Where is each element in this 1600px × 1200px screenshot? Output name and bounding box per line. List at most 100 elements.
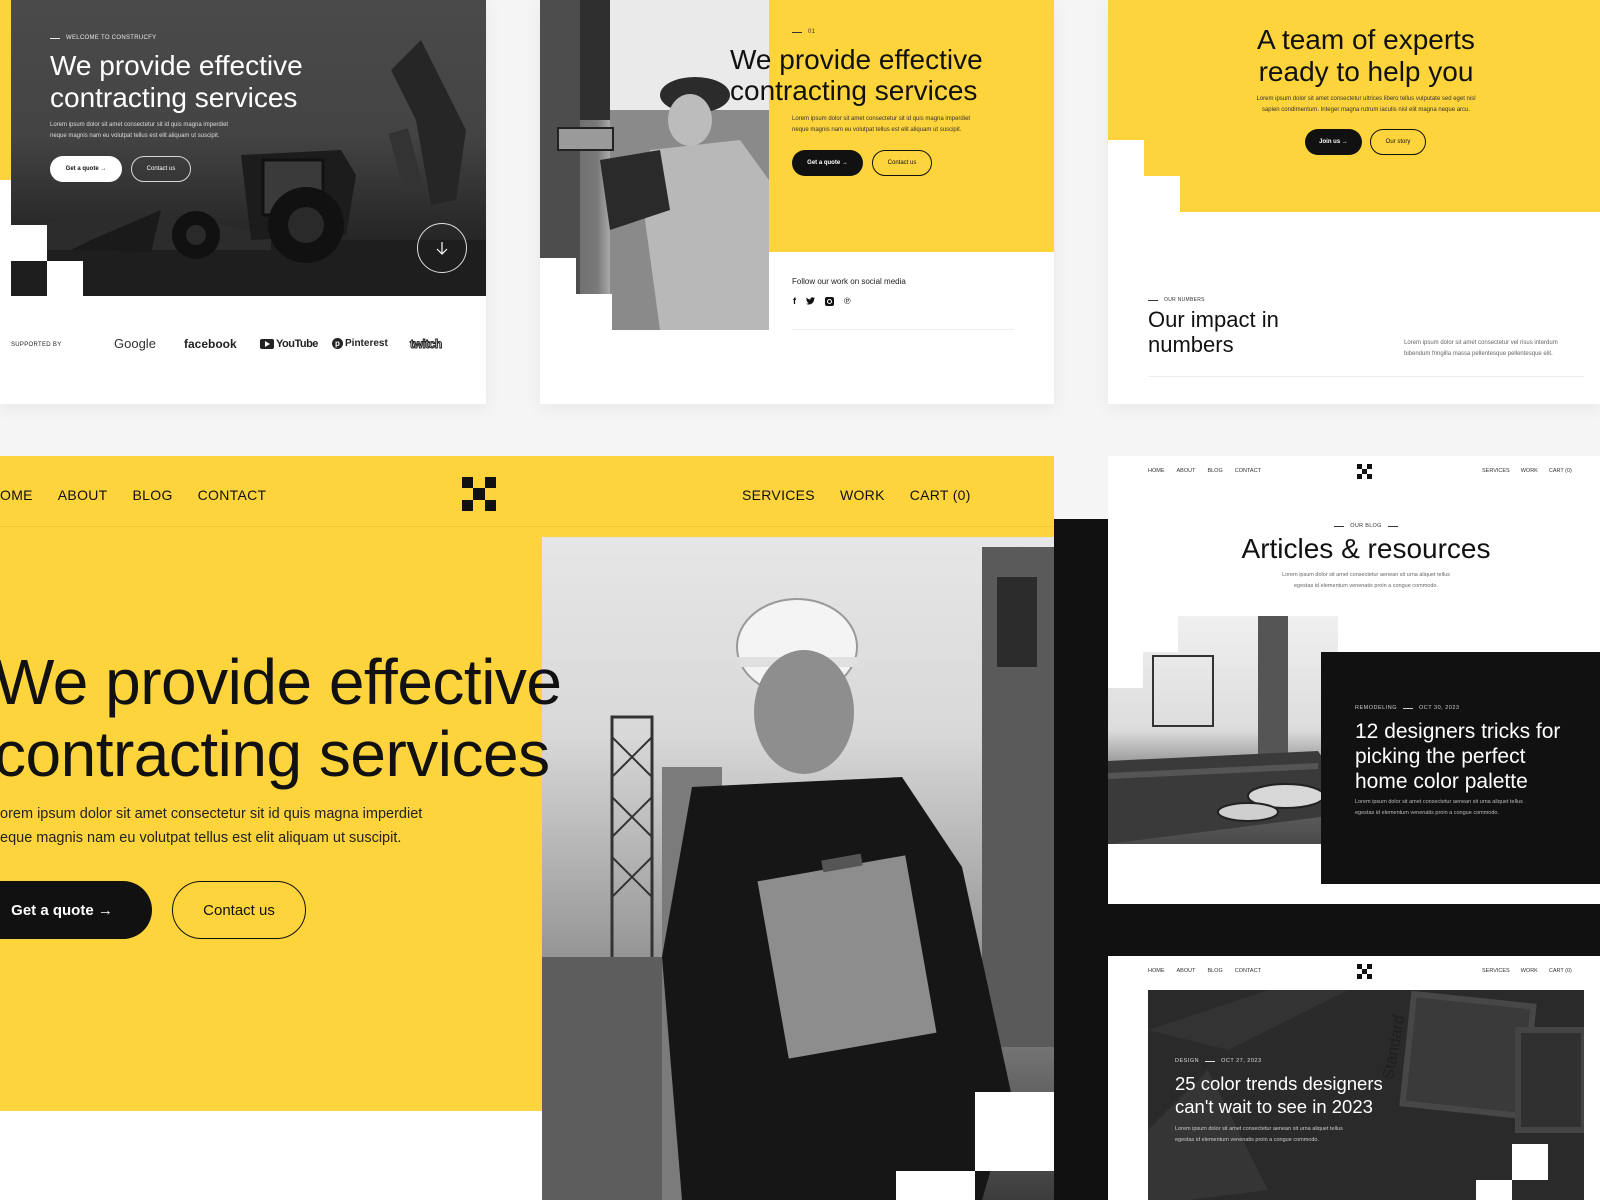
blog-card: HOME ABOUT BLOG CONTACT SERVICES WORK CA… [1108,456,1600,904]
brand-logo[interactable] [462,477,496,511]
post-excerpt-line: egestas id elementum venenatis proin a c… [1175,1136,1320,1143]
excavator-illustration [11,40,486,296]
nav-about[interactable]: ABOUT [1177,468,1196,474]
partner-logo-pinterest: p Pinterest [332,338,410,349]
nav-contact[interactable]: CONTACT [198,487,267,503]
main-nav-left: OME ABOUT BLOG CONTACT [0,487,266,503]
contact-us-button[interactable]: Contact us [131,156,191,182]
brand-logo[interactable] [1357,964,1372,979]
nav-blog[interactable]: BLOG [1207,468,1222,474]
post-excerpt-line: Lorem ipsum dolor sit amet consectetur a… [1175,1126,1343,1132]
supported-by-label: SUPPORTED BY [11,342,62,348]
scroll-down-button[interactable] [417,223,467,273]
team-title-line: ready to help you [1258,56,1474,87]
post-title-line: 12 designers tricks for [1355,720,1561,743]
numbers-body: Lorem ipsum dolor sit amet consectetur v… [1404,338,1558,360]
post-date: OCT 30, 2023 [1418,705,1460,711]
post-title-line: 25 color trends designers [1175,1073,1383,1094]
nav-home[interactable]: HOME [1148,468,1165,474]
hero-body-line: neque magnis nam eu volutpat tellus est … [792,127,962,133]
numbers-eyebrow-text: OUR NUMBERS [1164,297,1205,303]
get-quote-button[interactable]: Get a quote → [792,150,863,176]
color-swatches-photo[interactable]: Standard DESIGN OCT 27, 2023 25 color tr… [1148,990,1584,1200]
blog-nav-right: SERVICES WORK CART (0) [1482,968,1572,974]
nav-work[interactable]: WORK [1521,968,1538,974]
large-hero-title-line: contracting services [0,718,550,790]
section-number-text: 01 [808,29,816,35]
numbers-title: Our impact in numbers [1148,307,1279,357]
nav-services[interactable]: SERVICES [1482,468,1510,474]
post-excerpt: Lorem ipsum dolor sit amet consectetur a… [1355,797,1523,818]
get-quote-button[interactable]: Get a quote → [0,881,152,939]
nav-about[interactable]: ABOUT [1177,968,1196,974]
contact-us-button[interactable]: Contact us [172,881,306,939]
youtube-text: YouTube [276,337,318,350]
nav-contact[interactable]: CONTACT [1235,968,1261,974]
team-body-line: sapien condimentum. Integer magna rutrum… [1261,107,1471,113]
nav-services[interactable]: SERVICES [742,487,815,503]
pixel-block [11,225,47,261]
pixel-block [1144,176,1180,212]
nav-blog[interactable]: BLOG [133,487,173,503]
numbers-title-line: Our impact in [1148,307,1279,332]
our-story-button[interactable]: Our story [1370,129,1426,155]
large-hero-card: OME ABOUT BLOG CONTACT SERVICES WORK CAR… [0,456,1054,1200]
blog-intro-line: egestas id elementum venenatis proin a c… [1293,583,1438,589]
post-meta: REMODELING OCT 30, 2023 [1355,705,1459,711]
post-title[interactable]: 25 color trends designers can't wait to … [1175,1072,1383,1118]
divider [1148,376,1584,377]
facebook-icon[interactable]: f [793,296,796,306]
pixel-block [1108,140,1144,212]
post-title-line: can't wait to see in 2023 [1175,1096,1373,1117]
twitter-icon[interactable] [806,297,815,305]
pixel-block [1476,1180,1512,1200]
brand-logo[interactable] [1357,464,1372,479]
hero-body-line: Lorem ipsum dolor sit amet consectetur s… [50,122,229,128]
team-body-line: Lorem ipsum dolor sit amet consectetur u… [1256,96,1476,102]
nav-home[interactable]: HOME [1148,968,1165,974]
post-title[interactable]: 12 designers tricks for picking the perf… [1355,719,1560,794]
dash-line [1148,299,1158,301]
nav-work[interactable]: WORK [1521,468,1538,474]
team-body: Lorem ipsum dolor sit amet consectetur u… [1108,94,1600,116]
contact-us-button[interactable]: Contact us [872,150,932,176]
nav-cart[interactable]: CART (0) [1549,468,1572,474]
hero-card-split: 01 We provide effective contracting serv… [540,0,1054,404]
social-label: Follow our work on social media [792,277,906,286]
section-number: 01 [792,29,815,35]
dash-line [1334,525,1345,527]
instagram-icon[interactable] [825,296,834,306]
blog-intro: Lorem ipsum dolor sit amet consectetur a… [1108,570,1600,592]
nav-contact[interactable]: CONTACT [1235,468,1261,474]
nav-cart[interactable]: CART (0) [910,487,971,503]
pinterest-icon[interactable]: ℗ [844,296,851,306]
hero-body-line: Lorem ipsum dolor sit amet consectetur s… [792,116,971,122]
nav-about[interactable]: ABOUT [58,487,108,503]
nav-blog[interactable]: BLOG [1207,968,1222,974]
post-title-line: home color palette [1355,770,1528,793]
nav-work[interactable]: WORK [840,487,885,503]
hero-title: We provide effective contracting service… [730,44,983,106]
hero-title-line: contracting services [50,82,298,113]
nav-home[interactable]: OME [0,487,33,503]
post-category[interactable]: REMODELING [1355,705,1397,711]
post-category[interactable]: DESIGN [1175,1058,1199,1064]
post-excerpt-line: Lorem ipsum dolor sit amet consectetur a… [1355,799,1523,805]
get-quote-button[interactable]: Get a quote → [50,156,122,182]
youtube-play-icon [260,338,274,349]
nav-cart[interactable]: CART (0) [1549,968,1572,974]
dash-line [1387,525,1398,527]
divider [792,329,1014,330]
partner-logos: Google facebook YouTube p Pinterest twit… [114,336,443,351]
team-title-line: A team of experts [1257,24,1475,55]
join-us-button[interactable]: Join us → [1305,129,1362,155]
pixel-block [975,1092,1054,1171]
blog-intro-line: Lorem ipsum dolor sit amet consectetur a… [1282,572,1450,578]
partner-logo-twitch: twitch [410,336,443,351]
nav-divider [0,526,1054,527]
large-hero-body-line: orem ipsum dolor sit amet consectetur si… [0,806,423,822]
nav-services[interactable]: SERVICES [1482,968,1510,974]
dash-line [1205,1060,1216,1062]
numbers-title-line: numbers [1148,332,1234,357]
post-date: OCT 27, 2023 [1221,1058,1262,1064]
